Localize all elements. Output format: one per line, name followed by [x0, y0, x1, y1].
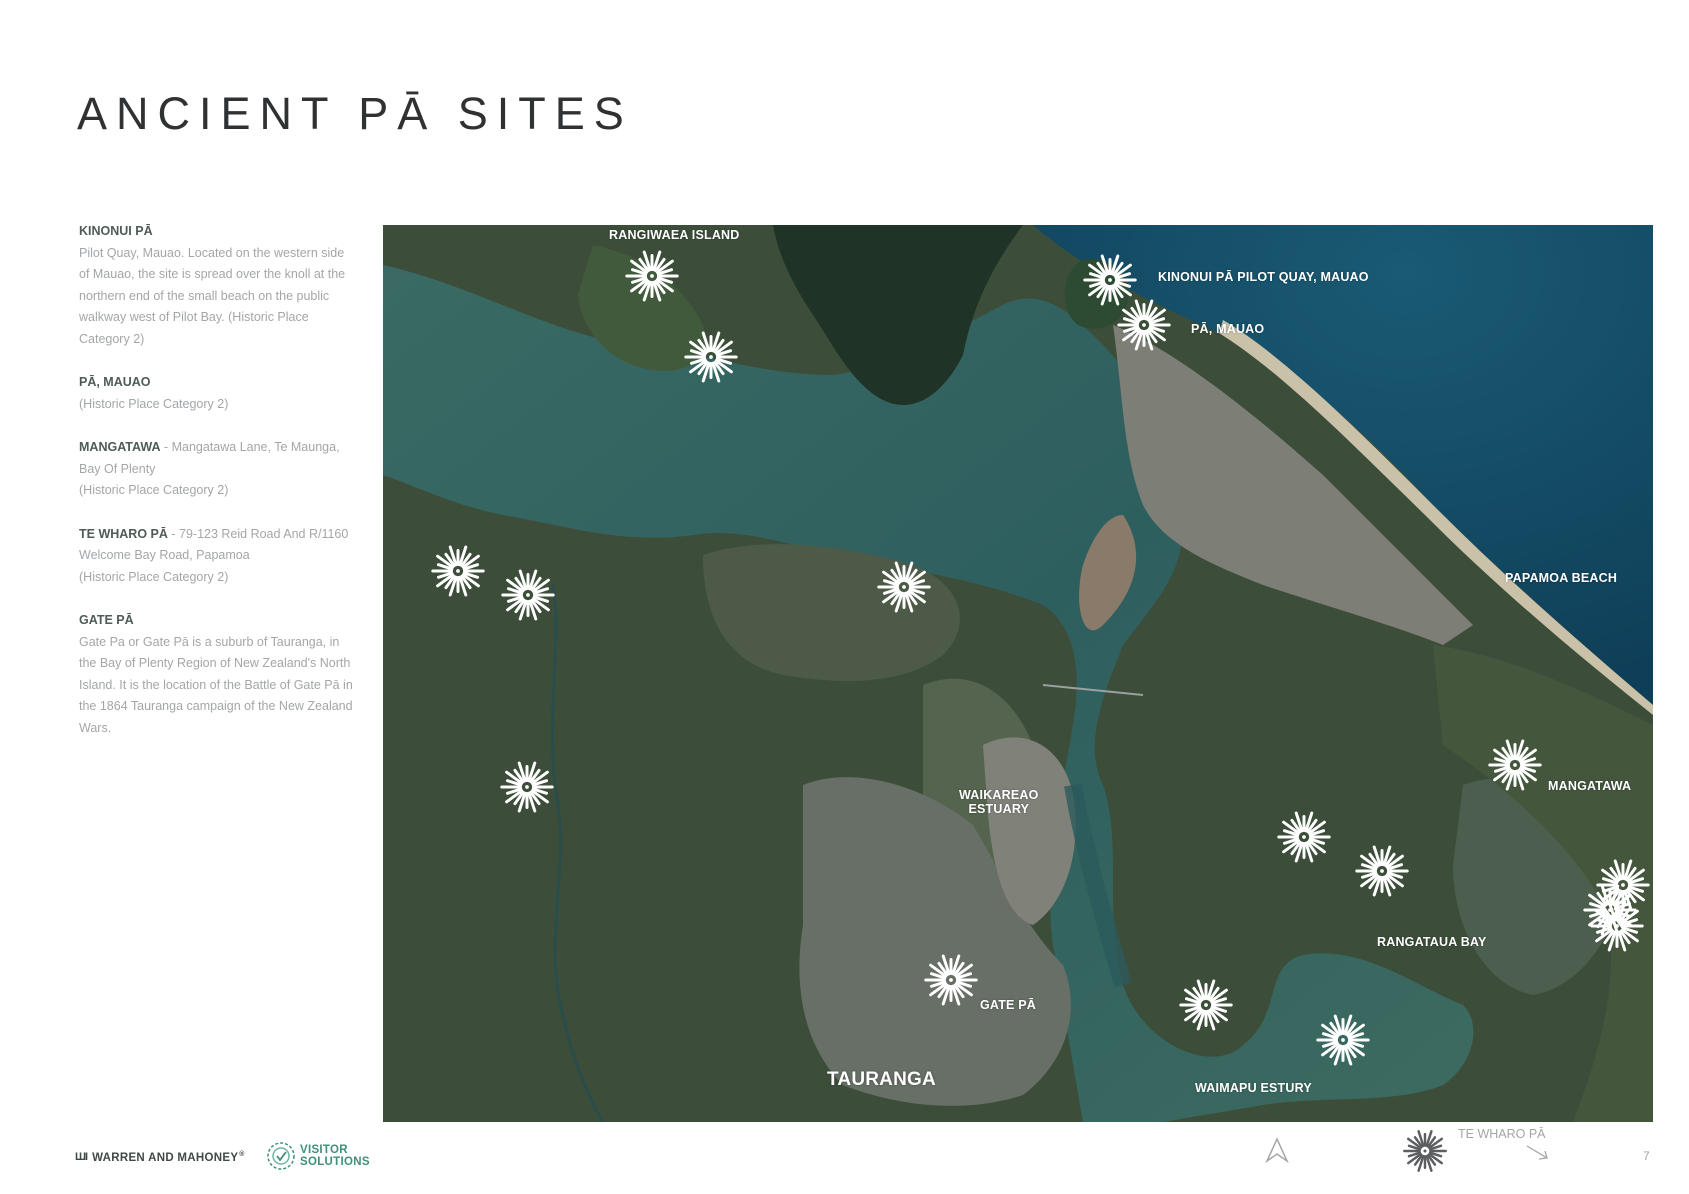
- site-descriptions: KINONUI PĀ Pilot Quay, Mauao. Located on…: [79, 221, 354, 761]
- pa-site-marker-icon[interactable]: [1354, 843, 1414, 903]
- map-terrain: [383, 225, 1653, 1122]
- pa-site-marker-icon[interactable]: [683, 329, 743, 389]
- label-gate-pa: GATE PĀ: [980, 998, 1037, 1012]
- legend-starburst-icon: [1402, 1128, 1448, 1179]
- label-mangatawa: MANGATAWA: [1548, 779, 1632, 793]
- site-name: TE WHARO PĀ: [79, 526, 168, 541]
- visitor-solutions-logo: VISITOR SOLUTIONS: [266, 1141, 370, 1171]
- pa-site-marker-icon[interactable]: [1487, 737, 1547, 797]
- site-name: GATE PĀ: [79, 613, 134, 627]
- site-description: Gate Pa or Gate Pā is a suburb of Tauran…: [79, 634, 353, 735]
- visitor-solutions-icon: [267, 1142, 295, 1170]
- solutions-text: SOLUTIONS: [300, 1156, 370, 1168]
- label-waimapu-estury: WAIMAPU ESTURY: [1195, 1081, 1312, 1095]
- visitor-text: VISITOR: [300, 1144, 348, 1156]
- pa-site-marker-icon[interactable]: [499, 759, 559, 819]
- pa-site-marker-icon[interactable]: [624, 248, 684, 308]
- label-waikareao-estuary: WAIKAREAO ESTUARY: [959, 788, 1039, 816]
- site-name: PĀ, MAUAO: [79, 375, 151, 389]
- site-entry-te-wharo: TE WHARO PĀ - 79-123 Reid Road And R/116…: [79, 524, 354, 589]
- warren-logo-text: WARREN AND MAHONEY®: [92, 1151, 245, 1164]
- pa-site-marker-icon[interactable]: [1178, 977, 1238, 1037]
- site-description: (Historic Place Category 2): [79, 569, 229, 584]
- label-pa-mauao: PĀ, MAUAO: [1191, 322, 1265, 336]
- site-name: MANGATAWA: [79, 440, 161, 454]
- warren-mark-icon: ШI: [75, 1151, 88, 1164]
- pa-site-marker-icon[interactable]: [1276, 809, 1336, 869]
- pa-site-marker-icon[interactable]: [1116, 297, 1176, 357]
- site-name: KINONUI PĀ: [79, 224, 153, 238]
- page-number: 7: [1643, 1149, 1650, 1163]
- registered-mark: ®: [239, 1151, 245, 1158]
- pa-site-marker-icon[interactable]: [1589, 898, 1649, 958]
- pa-site-marker-icon[interactable]: [430, 543, 490, 603]
- pa-site-marker-icon[interactable]: [923, 952, 983, 1012]
- site-description: (Historic Place Category 2): [79, 483, 229, 497]
- site-entry-mangatawa: MANGATAWA - Mangatawa Lane, Te Maunga, B…: [79, 437, 354, 502]
- label-rangataua-bay: RANGATAUA BAY: [1377, 935, 1487, 949]
- north-arrow-icon: [1265, 1137, 1289, 1163]
- site-entry-gate-pa: GATE PĀ Gate Pa or Gate Pā is a suburb o…: [79, 610, 354, 739]
- page-title: ANCIENT PĀ SITES: [77, 88, 633, 139]
- legend-label: TE WHARO PĀ: [1458, 1127, 1546, 1141]
- label-waikareao-line2: ESTUARY: [968, 802, 1030, 816]
- pa-site-marker-icon[interactable]: [876, 559, 936, 619]
- site-entry-kinonui: KINONUI PĀ Pilot Quay, Mauao. Located on…: [79, 221, 354, 350]
- label-rangiwaea-island: RANGIWAEA ISLAND: [609, 228, 740, 242]
- legend-pointer-arrow-icon: [1526, 1145, 1548, 1160]
- satellite-map[interactable]: RANGIWAEA ISLAND KINONUI PĀ PILOT QUAY, …: [383, 225, 1653, 1122]
- site-description: Pilot Quay, Mauao. Located on the wester…: [79, 245, 346, 346]
- label-waikareao-line1: WAIKAREAO: [959, 788, 1039, 802]
- label-papamoa-beach: PAPAMOA BEACH: [1505, 571, 1618, 585]
- pa-site-marker-icon[interactable]: [1315, 1012, 1375, 1072]
- site-description: (Historic Place Category 2): [79, 396, 229, 411]
- label-tauranga: TAURANGA: [827, 1069, 936, 1090]
- warren-name: WARREN AND MAHONEY: [92, 1151, 239, 1164]
- site-entry-pa-mauao: PĀ, MAUAO (Historic Place Category 2): [79, 372, 354, 415]
- label-kinonui-pa: KINONUI PĀ PILOT QUAY, MAUAO: [1158, 270, 1369, 284]
- pa-site-marker-icon[interactable]: [500, 567, 560, 627]
- warren-and-mahoney-logo: ШI WARREN AND MAHONEY®: [75, 1151, 245, 1164]
